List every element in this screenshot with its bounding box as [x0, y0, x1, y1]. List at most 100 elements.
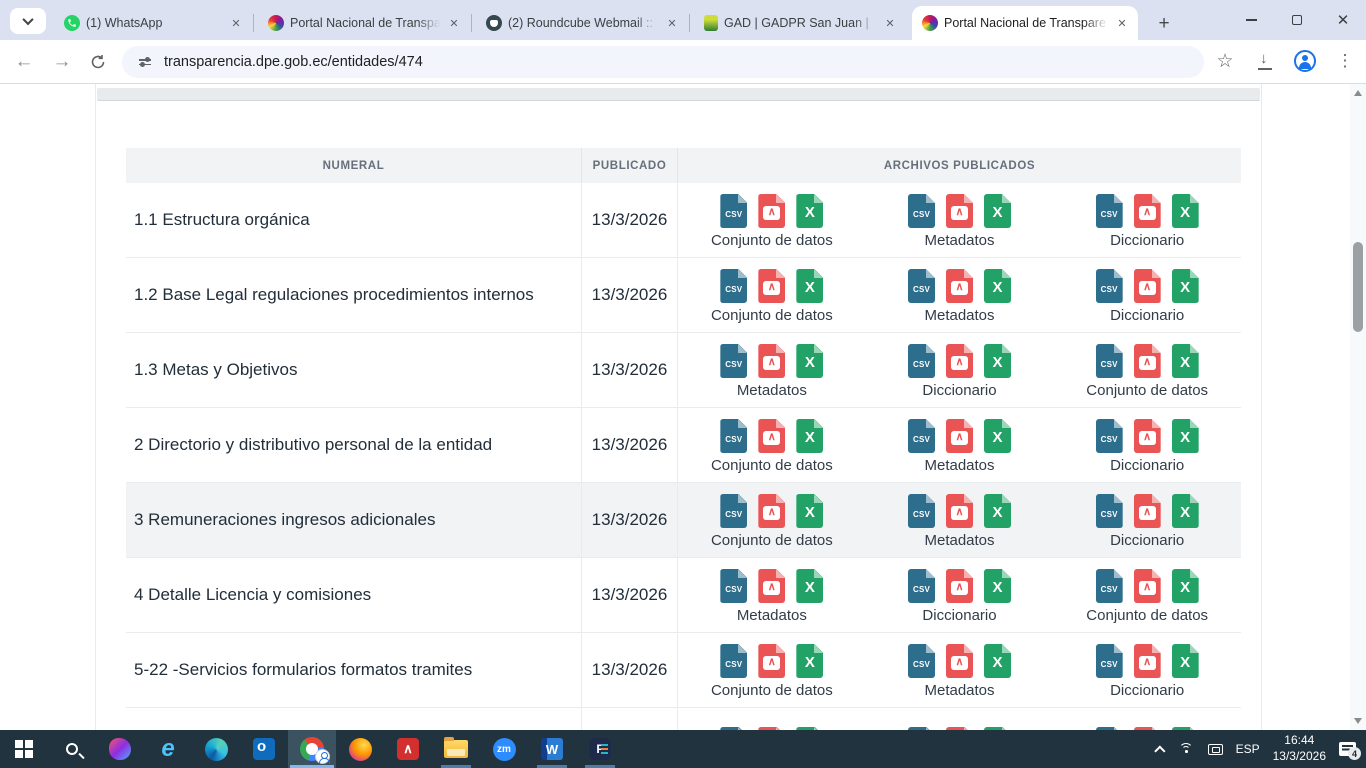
xls-file-icon[interactable]: X: [796, 494, 823, 528]
xls-file-icon[interactable]: X: [1172, 494, 1199, 528]
pdf-file-icon[interactable]: ∧: [1134, 644, 1161, 678]
xls-file-icon[interactable]: X: [796, 194, 823, 228]
scrollbar-thumb[interactable]: [1353, 242, 1363, 332]
tab-roundcube[interactable]: (2) Roundcube Webmail :: E ✕: [476, 6, 688, 40]
xls-file-icon[interactable]: X: [796, 419, 823, 453]
pdf-file-icon[interactable]: ∧: [946, 194, 973, 228]
forward-button[interactable]: →: [48, 48, 76, 76]
xls-file-icon[interactable]: X: [1172, 194, 1199, 228]
taskbar-word-button[interactable]: W: [528, 730, 576, 768]
clock[interactable]: 16:44 13/3/2026: [1273, 733, 1326, 764]
taskbar-firefox-button[interactable]: [336, 730, 384, 768]
csv-file-icon[interactable]: CSV: [908, 344, 935, 378]
browser-menu-icon[interactable]: ⋮: [1332, 48, 1358, 74]
vertical-scrollbar[interactable]: [1350, 84, 1366, 730]
pdf-file-icon[interactable]: ∧: [1134, 494, 1161, 528]
pdf-file-icon[interactable]: ∧: [1134, 419, 1161, 453]
xls-file-icon[interactable]: X: [984, 644, 1011, 678]
tab-whatsapp[interactable]: (1) WhatsApp ✕: [54, 6, 252, 40]
start-button[interactable]: [0, 730, 48, 768]
close-icon[interactable]: ✕: [446, 15, 462, 31]
back-button[interactable]: ←: [10, 48, 38, 76]
new-tab-button[interactable]: +: [1150, 10, 1178, 38]
xls-file-icon[interactable]: X: [984, 194, 1011, 228]
taskbar-search-button[interactable]: [48, 730, 96, 768]
close-icon[interactable]: ✕: [228, 15, 244, 31]
profile-avatar-icon[interactable]: [1292, 48, 1318, 74]
csv-file-icon[interactable]: CSV: [720, 569, 747, 603]
csv-file-icon[interactable]: CSV: [1096, 269, 1123, 303]
close-icon[interactable]: ✕: [664, 15, 680, 31]
csv-file-icon[interactable]: CSV: [1096, 344, 1123, 378]
scroll-down-icon[interactable]: [1354, 718, 1362, 724]
xls-file-icon[interactable]: X: [984, 494, 1011, 528]
pdf-file-icon[interactable]: ∧: [1134, 269, 1161, 303]
tab-portal-active[interactable]: Portal Nacional de Transpare ✕: [912, 6, 1138, 40]
csv-file-icon[interactable]: CSV: [908, 494, 935, 528]
csv-file-icon[interactable]: CSV: [1096, 644, 1123, 678]
language-indicator[interactable]: ESP: [1236, 742, 1260, 756]
pdf-file-icon[interactable]: ∧: [946, 569, 973, 603]
taskbar-outlook-button[interactable]: [240, 730, 288, 768]
taskbar-zoom-button[interactable]: zm: [480, 730, 528, 768]
taskbar-copilot-button[interactable]: [96, 730, 144, 768]
site-info-icon[interactable]: [134, 51, 156, 73]
taskbar-acrobat-button[interactable]: ∧: [384, 730, 432, 768]
notifications-icon[interactable]: 4: [1339, 742, 1356, 756]
pdf-file-icon[interactable]: ∧: [758, 419, 785, 453]
pdf-file-icon[interactable]: ∧: [758, 569, 785, 603]
csv-file-icon[interactable]: CSV: [720, 194, 747, 228]
csv-file-icon[interactable]: CSV: [1096, 194, 1123, 228]
xls-file-icon[interactable]: X: [1172, 344, 1199, 378]
pdf-file-icon[interactable]: ∧: [758, 644, 785, 678]
taskbar-explorer-button[interactable]: [432, 730, 480, 768]
xls-file-icon[interactable]: X: [1172, 269, 1199, 303]
pdf-file-icon[interactable]: ∧: [758, 269, 785, 303]
csv-file-icon[interactable]: CSV: [1096, 569, 1123, 603]
csv-file-icon[interactable]: CSV: [720, 419, 747, 453]
pdf-file-icon[interactable]: ∧: [758, 344, 785, 378]
downloads-icon[interactable]: [1252, 48, 1278, 74]
taskbar-edge-button[interactable]: [192, 730, 240, 768]
csv-file-icon[interactable]: CSV: [1096, 419, 1123, 453]
csv-file-icon[interactable]: CSV: [908, 194, 935, 228]
tab-gad[interactable]: GAD | GADPR San Juan | ✕: [694, 6, 906, 40]
pdf-file-icon[interactable]: ∧: [1134, 569, 1161, 603]
taskbar-ie-button[interactable]: e: [144, 730, 192, 768]
xls-file-icon[interactable]: X: [796, 644, 823, 678]
xls-file-icon[interactable]: X: [796, 344, 823, 378]
scroll-up-icon[interactable]: [1354, 90, 1362, 96]
xls-file-icon[interactable]: X: [1172, 569, 1199, 603]
reload-button[interactable]: [84, 48, 112, 76]
wifi-icon[interactable]: [1179, 743, 1195, 755]
taskbar-chrome-button[interactable]: [288, 730, 336, 768]
display-icon[interactable]: [1208, 744, 1223, 755]
csv-file-icon[interactable]: CSV: [720, 269, 747, 303]
pdf-file-icon[interactable]: ∧: [946, 269, 973, 303]
xls-file-icon[interactable]: X: [1172, 419, 1199, 453]
csv-file-icon[interactable]: CSV: [1096, 494, 1123, 528]
pdf-file-icon[interactable]: ∧: [946, 644, 973, 678]
xls-file-icon[interactable]: X: [984, 344, 1011, 378]
xls-file-icon[interactable]: X: [984, 569, 1011, 603]
tab-portal-1[interactable]: Portal Nacional de Transpare ✕: [258, 6, 470, 40]
close-window-button[interactable]: ✕: [1320, 0, 1366, 40]
xls-file-icon[interactable]: X: [1172, 644, 1199, 678]
csv-file-icon[interactable]: CSV: [720, 644, 747, 678]
csv-file-icon[interactable]: CSV: [908, 419, 935, 453]
csv-file-icon[interactable]: CSV: [720, 344, 747, 378]
bookmark-star-icon[interactable]: ☆: [1212, 48, 1238, 74]
pdf-file-icon[interactable]: ∧: [758, 194, 785, 228]
close-icon[interactable]: ✕: [1114, 15, 1130, 31]
url-text[interactable]: transparencia.dpe.gob.ec/entidades/474: [164, 54, 423, 70]
csv-file-icon[interactable]: CSV: [720, 494, 747, 528]
csv-file-icon[interactable]: CSV: [908, 569, 935, 603]
csv-file-icon[interactable]: CSV: [908, 269, 935, 303]
xls-file-icon[interactable]: X: [984, 419, 1011, 453]
xls-file-icon[interactable]: X: [984, 269, 1011, 303]
csv-file-icon[interactable]: CSV: [908, 644, 935, 678]
minimize-button[interactable]: [1228, 0, 1274, 40]
xls-file-icon[interactable]: X: [796, 569, 823, 603]
pdf-file-icon[interactable]: ∧: [946, 494, 973, 528]
close-icon[interactable]: ✕: [882, 15, 898, 31]
